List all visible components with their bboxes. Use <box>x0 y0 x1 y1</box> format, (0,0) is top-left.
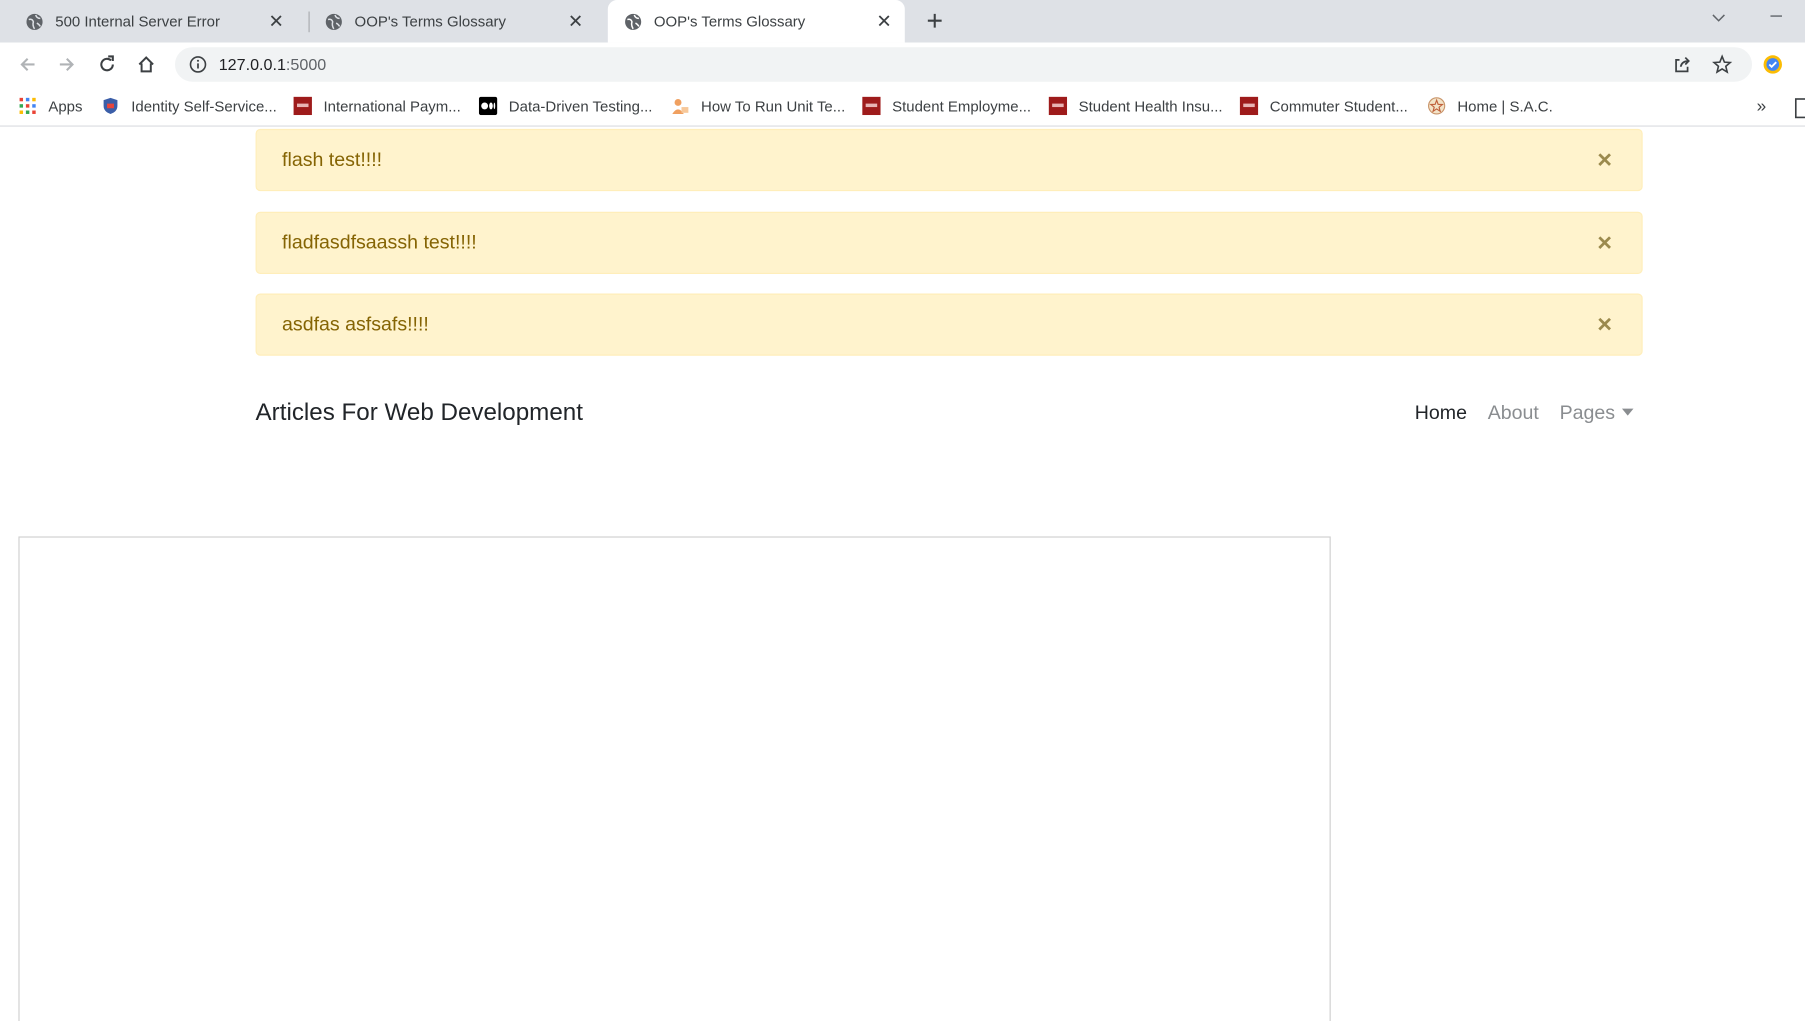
close-icon[interactable]: ✕ <box>566 12 584 32</box>
bookmark-identity-self-service[interactable]: Identity Self-Service... <box>101 93 277 118</box>
site-brand[interactable]: Articles For Web Development <box>256 399 1394 427</box>
bookmark-commuter-student[interactable]: Commuter Student... <box>1239 93 1408 118</box>
university-icon <box>862 96 881 116</box>
bookmark-label: Student Health Insu... <box>1078 97 1223 115</box>
url-text: 127.0.0.1:5000 <box>219 55 327 73</box>
address-bar[interactable]: 127.0.0.1:5000 <box>174 47 1753 82</box>
nav-home-link[interactable]: Home <box>1415 402 1467 425</box>
bookmarks-bar: Apps Identity Self-Service... Internatio… <box>0 86 1805 127</box>
bookmark-label: Data-Driven Testing... <box>508 97 653 115</box>
reload-icon[interactable] <box>93 51 121 79</box>
share-icon[interactable] <box>1668 51 1696 79</box>
star-badge-icon <box>1427 97 1446 115</box>
reading-list-icon[interactable] <box>1791 96 1805 121</box>
tab-oop-glossary-active[interactable]: OOP's Terms Glossary ✕ <box>607 0 905 43</box>
alert-message: flash test!!!! <box>282 148 383 171</box>
bookmark-label: Identity Self-Service... <box>131 97 277 115</box>
close-icon[interactable]: × <box>1593 145 1616 174</box>
bookmark-student-employment[interactable]: Student Employme... <box>862 93 1031 118</box>
minimize-icon[interactable] <box>1768 5 1784 25</box>
url-host: 127.0.0.1 <box>218 55 286 74</box>
medium-icon <box>478 96 498 116</box>
close-icon[interactable]: ✕ <box>875 12 893 32</box>
tab-search-icon[interactable] <box>1711 9 1727 29</box>
bookmark-label: Apps <box>48 97 83 115</box>
extension-icon[interactable] <box>1759 51 1787 79</box>
close-icon[interactable]: ✕ <box>267 12 285 32</box>
bookmark-label: Student Employme... <box>892 97 1032 115</box>
bookmark-star-icon[interactable] <box>1708 51 1736 79</box>
close-icon[interactable]: × <box>1593 228 1616 257</box>
apps-grid-icon <box>18 97 36 115</box>
university-icon <box>293 96 312 116</box>
bookmark-apps[interactable]: Apps <box>18 93 82 118</box>
bookmark-how-to-run-unit-tests[interactable]: How To Run Unit Te... <box>671 93 845 118</box>
tab-title: 500 Internal Server Error <box>55 12 220 30</box>
bookmark-data-driven-testing[interactable]: Data-Driven Testing... <box>478 93 653 118</box>
bookmark-international-payments[interactable]: International Paym... <box>293 93 461 118</box>
chevron-down-icon <box>1621 408 1634 416</box>
flash-alert: fladfasdfsaassh test!!!! × <box>255 211 1643 274</box>
nav-pages-dropdown[interactable]: Pages <box>1560 402 1634 425</box>
home-icon[interactable] <box>132 51 160 79</box>
browser-window: 500 Internal Server Error ✕ OOP's Terms … <box>0 0 1805 1021</box>
bookmark-student-health-insurance[interactable]: Student Health Insu... <box>1048 93 1223 118</box>
globe-icon <box>624 12 642 30</box>
university-icon <box>1239 96 1259 116</box>
alert-message: asdfas asfsafs!!!! <box>282 313 429 335</box>
globe-icon <box>325 12 343 30</box>
site-navbar: Articles For Web Development Home About … <box>256 395 1643 432</box>
new-tab-icon[interactable] <box>921 7 949 35</box>
globe-icon <box>25 12 43 30</box>
bookmark-label: International Paym... <box>323 97 461 115</box>
more-bookmarks-button[interactable]: » <box>1757 93 1767 118</box>
nav-pages-label: Pages <box>1559 401 1616 424</box>
flash-alert: flash test!!!! × <box>255 128 1643 192</box>
flash-alert: asdfas asfsafs!!!! × <box>255 293 1643 356</box>
person-icon <box>671 97 689 115</box>
shield-icon <box>101 97 119 115</box>
bookmark-label: Commuter Student... <box>1269 97 1408 115</box>
url-port: :5000 <box>285 55 327 74</box>
close-icon[interactable]: × <box>1593 310 1616 339</box>
tab-strip: 500 Internal Server Error ✕ OOP's Terms … <box>0 0 1805 43</box>
alert-message: fladfasdfsaassh test!!!! <box>282 231 477 254</box>
nav-about-link[interactable]: About <box>1488 402 1539 425</box>
tab-title: OOP's Terms Glossary <box>653 12 806 30</box>
bookmark-home-sac[interactable]: Home | S.A.C. <box>1427 93 1553 118</box>
tab-title: OOP's Terms Glossary <box>354 12 506 30</box>
tab-oop-glossary[interactable]: OOP's Terms Glossary ✕ <box>299 0 596 43</box>
content-frame <box>18 536 1331 1021</box>
toolbar: 127.0.0.1:5000 <box>0 42 1805 87</box>
page-content: flash test!!!! × fladfasdfsaassh test!!!… <box>0 127 1805 1021</box>
university-icon <box>1048 96 1068 116</box>
info-icon[interactable] <box>189 55 207 73</box>
forward-icon[interactable] <box>53 51 81 79</box>
back-icon[interactable] <box>14 51 42 79</box>
bookmark-label: Home | S.A.C. <box>1457 97 1553 115</box>
bookmark-label: How To Run Unit Te... <box>701 97 846 115</box>
tab-500-error[interactable]: 500 Internal Server Error ✕ <box>0 0 297 43</box>
